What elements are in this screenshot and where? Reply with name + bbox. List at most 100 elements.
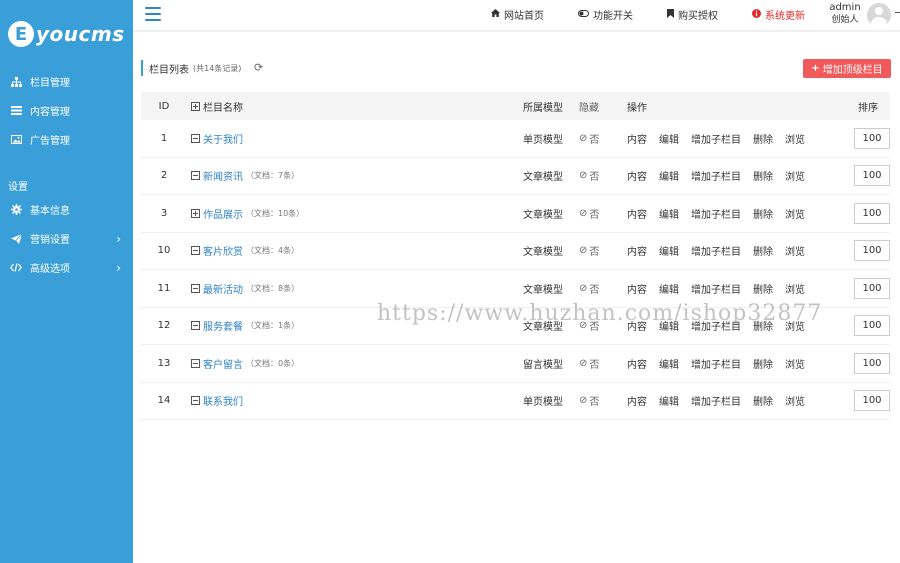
row-op-2[interactable]: 增加子栏目 bbox=[691, 243, 741, 258]
row-op-0[interactable]: 内容 bbox=[627, 393, 647, 408]
row-op-3[interactable]: 删除 bbox=[753, 281, 773, 296]
sidebar-item-columns[interactable]: 栏目管理 bbox=[0, 67, 133, 96]
row-op-3[interactable]: 删除 bbox=[753, 318, 773, 333]
collapse-icon[interactable] bbox=[191, 283, 200, 293]
sort-input[interactable] bbox=[854, 277, 890, 299]
row-id: 1 bbox=[160, 132, 168, 144]
row-name[interactable]: 服务套餐 bbox=[203, 318, 243, 333]
row-name[interactable]: 客户留言 bbox=[203, 356, 243, 371]
user-info[interactable]: admin 创始人 bbox=[828, 2, 862, 26]
sort-input[interactable] bbox=[854, 352, 890, 374]
row-op-1[interactable]: 编辑 bbox=[659, 356, 679, 371]
row-name[interactable]: 关于我们 bbox=[203, 131, 243, 146]
sort-input[interactable] bbox=[854, 390, 890, 412]
row-name[interactable]: 联系我们 bbox=[203, 393, 243, 408]
row-hide-toggle[interactable]: ⊘ 否 bbox=[579, 168, 627, 183]
sort-input[interactable] bbox=[854, 127, 890, 149]
row-ops: 内容 编辑 增加子栏目 删除 浏览 bbox=[627, 318, 839, 333]
ban-icon: ⊘ bbox=[579, 207, 588, 219]
sort-input[interactable] bbox=[854, 240, 890, 262]
row-hide-toggle[interactable]: ⊘ 否 bbox=[579, 131, 627, 146]
row-op-0[interactable]: 内容 bbox=[627, 356, 647, 371]
expand-all-icon[interactable] bbox=[191, 101, 200, 111]
row-op-4[interactable]: 浏览 bbox=[785, 318, 805, 333]
system-update-link[interactable]: 系统更新 bbox=[752, 7, 805, 22]
row-op-3[interactable]: 删除 bbox=[753, 243, 773, 258]
row-op-4[interactable]: 浏览 bbox=[785, 243, 805, 258]
sidebar-item-advanced[interactable]: 高级选项 › bbox=[0, 253, 133, 282]
feature-switch-link[interactable]: 功能开关 bbox=[578, 7, 633, 22]
row-op-2[interactable]: 增加子栏目 bbox=[691, 281, 741, 296]
row-op-3[interactable]: 删除 bbox=[753, 131, 773, 146]
row-op-4[interactable]: 浏览 bbox=[785, 206, 805, 221]
row-op-0[interactable]: 内容 bbox=[627, 281, 647, 296]
row-op-3[interactable]: 删除 bbox=[753, 168, 773, 183]
row-hide-toggle[interactable]: ⊘ 否 bbox=[579, 318, 627, 333]
row-op-1[interactable]: 编辑 bbox=[659, 168, 679, 183]
user-menu-caret-icon[interactable] bbox=[895, 12, 900, 13]
row-hide-toggle[interactable]: ⊘ 否 bbox=[579, 206, 627, 221]
row-op-3[interactable]: 删除 bbox=[753, 206, 773, 221]
avatar[interactable] bbox=[867, 3, 891, 27]
row-op-3[interactable]: 删除 bbox=[753, 356, 773, 371]
row-hide-value: 否 bbox=[589, 397, 600, 409]
add-top-column-button[interactable]: + 增加顶级栏目 bbox=[803, 59, 891, 78]
sort-input[interactable] bbox=[854, 165, 890, 187]
row-op-0[interactable]: 内容 bbox=[627, 243, 647, 258]
refresh-icon[interactable]: ⟳ bbox=[254, 61, 263, 74]
row-hide-toggle[interactable]: ⊘ 否 bbox=[579, 243, 627, 258]
sidebar-item-content[interactable]: 内容管理 bbox=[0, 96, 133, 125]
collapse-icon[interactable] bbox=[191, 321, 200, 331]
buy-license-link[interactable]: 购买授权 bbox=[667, 7, 718, 22]
sidebar-item-marketing[interactable]: 营销设置 › bbox=[0, 224, 133, 253]
row-op-4[interactable]: 浏览 bbox=[785, 393, 805, 408]
system-update-label: 系统更新 bbox=[765, 11, 805, 22]
collapse-icon[interactable] bbox=[191, 171, 200, 181]
code-icon bbox=[10, 262, 22, 274]
row-op-1[interactable]: 编辑 bbox=[659, 318, 679, 333]
collapse-icon[interactable] bbox=[191, 396, 200, 406]
row-op-0[interactable]: 内容 bbox=[627, 131, 647, 146]
row-op-2[interactable]: 增加子栏目 bbox=[691, 318, 741, 333]
row-hide-toggle[interactable]: ⊘ 否 bbox=[579, 393, 627, 408]
table-row: 13 客户留言 （文档：0条） 留言模型 ⊘ 否 内容 编辑 增加子栏目 删除 浏览 bbox=[141, 345, 890, 383]
row-doc-count: （文档：1条） bbox=[246, 321, 300, 331]
row-name[interactable]: 作品展示 bbox=[203, 206, 243, 221]
collapse-icon[interactable] bbox=[191, 133, 200, 143]
row-op-4[interactable]: 浏览 bbox=[785, 356, 805, 371]
row-model: 单页模型 bbox=[523, 134, 563, 146]
row-op-1[interactable]: 编辑 bbox=[659, 131, 679, 146]
row-op-4[interactable]: 浏览 bbox=[785, 168, 805, 183]
row-op-1[interactable]: 编辑 bbox=[659, 281, 679, 296]
row-op-2[interactable]: 增加子栏目 bbox=[691, 131, 741, 146]
plus-icon: + bbox=[811, 63, 820, 74]
row-name[interactable]: 新闻资讯 bbox=[203, 168, 243, 183]
row-op-4[interactable]: 浏览 bbox=[785, 281, 805, 296]
row-op-2[interactable]: 增加子栏目 bbox=[691, 393, 741, 408]
menu-toggle-icon[interactable] bbox=[145, 7, 161, 21]
collapse-icon[interactable] bbox=[191, 358, 200, 368]
row-name[interactable]: 最新活动 bbox=[203, 281, 243, 296]
sidebar-item-ads[interactable]: 广告管理 bbox=[0, 125, 133, 154]
row-op-1[interactable]: 编辑 bbox=[659, 393, 679, 408]
row-op-2[interactable]: 增加子栏目 bbox=[691, 356, 741, 371]
logo[interactable]: E youcms bbox=[8, 18, 125, 50]
sidebar-item-basic-info[interactable]: 基本信息 bbox=[0, 195, 133, 224]
expand-icon[interactable] bbox=[191, 208, 200, 218]
row-op-0[interactable]: 内容 bbox=[627, 168, 647, 183]
row-op-0[interactable]: 内容 bbox=[627, 206, 647, 221]
row-op-4[interactable]: 浏览 bbox=[785, 131, 805, 146]
row-op-1[interactable]: 编辑 bbox=[659, 243, 679, 258]
row-op-2[interactable]: 增加子栏目 bbox=[691, 206, 741, 221]
home-link[interactable]: 网站首页 bbox=[491, 7, 544, 22]
row-op-2[interactable]: 增加子栏目 bbox=[691, 168, 741, 183]
row-name[interactable]: 客片欣赏 bbox=[203, 243, 243, 258]
row-op-0[interactable]: 内容 bbox=[627, 318, 647, 333]
row-op-1[interactable]: 编辑 bbox=[659, 206, 679, 221]
row-hide-toggle[interactable]: ⊘ 否 bbox=[579, 281, 627, 296]
row-op-3[interactable]: 删除 bbox=[753, 393, 773, 408]
sort-input[interactable] bbox=[854, 315, 890, 337]
collapse-icon[interactable] bbox=[191, 246, 200, 256]
row-hide-toggle[interactable]: ⊘ 否 bbox=[579, 356, 627, 371]
sort-input[interactable] bbox=[854, 202, 890, 224]
